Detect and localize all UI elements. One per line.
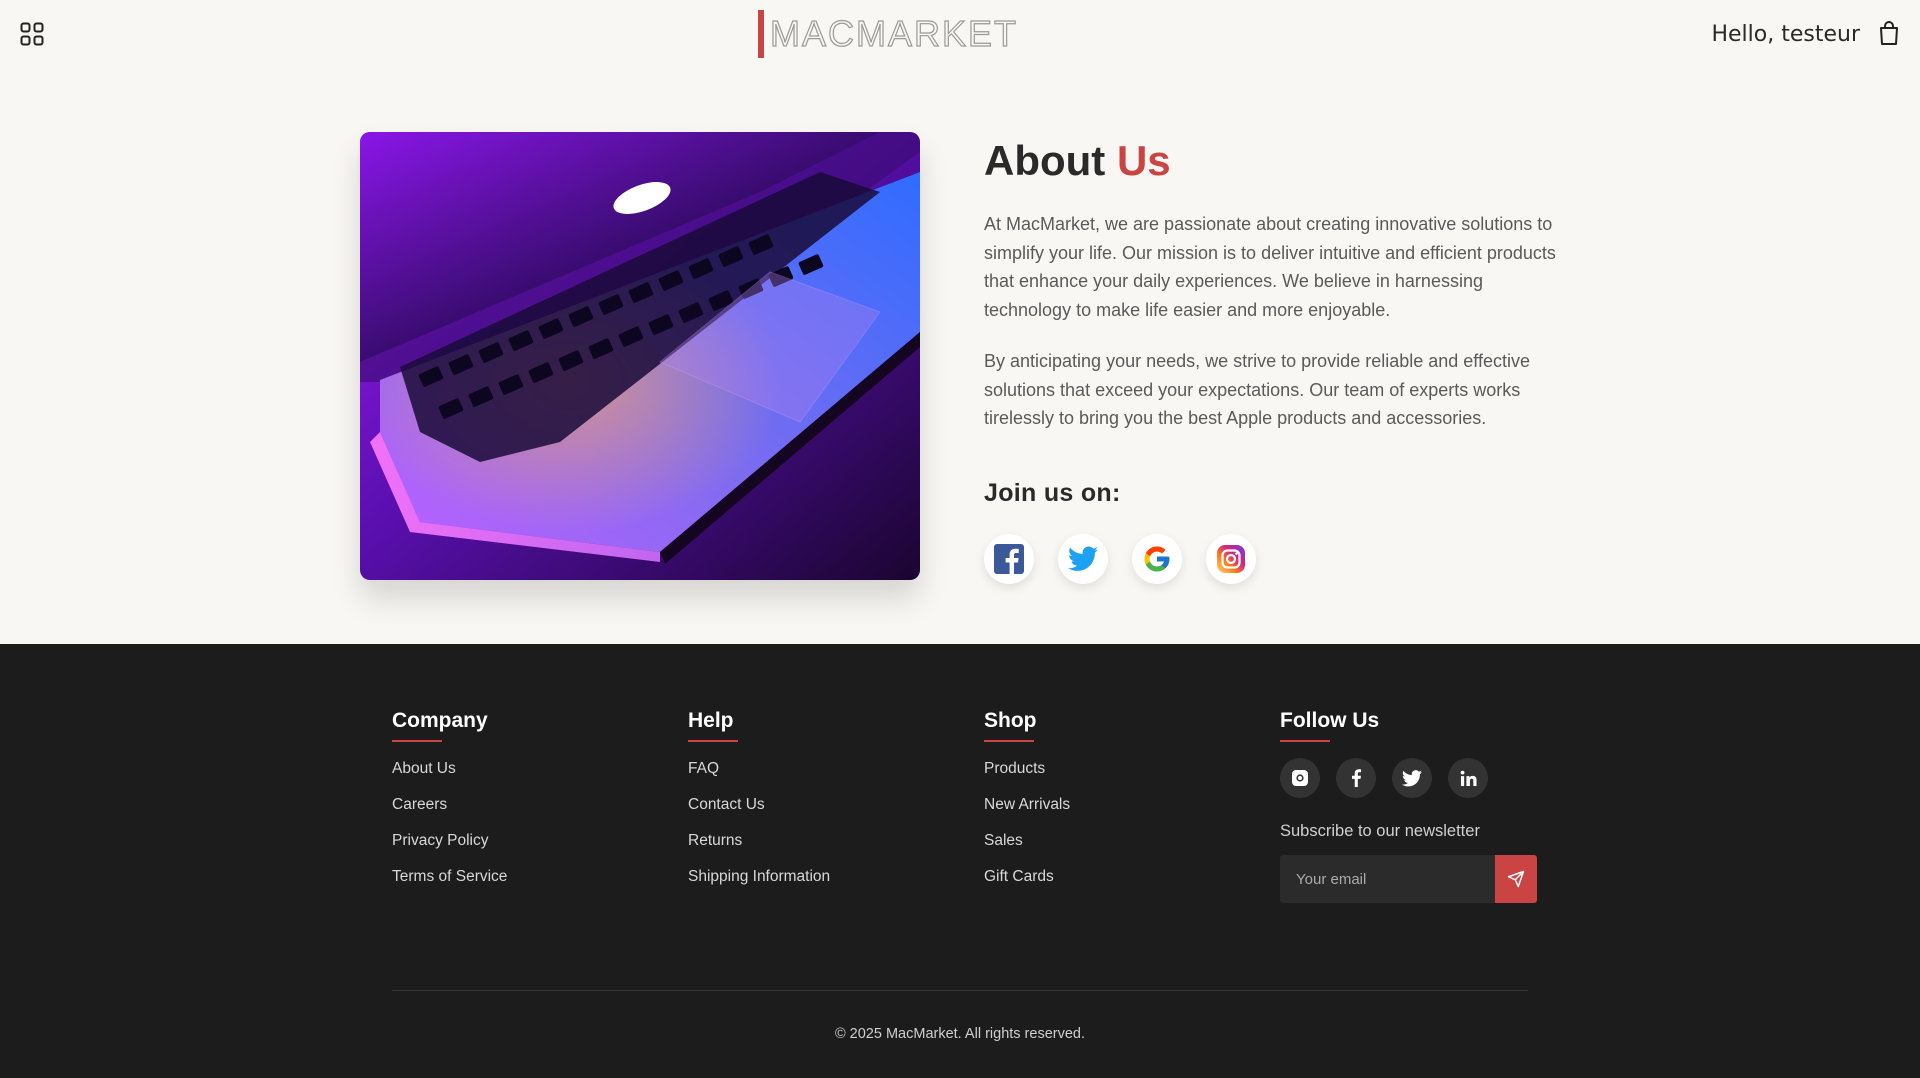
footer-shop-column: Shop Products New Arrivals Sales Gift Ca… xyxy=(984,708,1070,904)
facebook-icon[interactable] xyxy=(984,533,1034,584)
grid-menu-icon[interactable] xyxy=(20,22,44,46)
footer-social-links xyxy=(1280,758,1537,798)
footer-link-about-us[interactable]: About Us xyxy=(392,760,507,778)
logo-accent-bar xyxy=(758,10,764,58)
footer-follow-column: Follow Us Subscribe to our newsletter Yo… xyxy=(1280,708,1537,903)
about-title-accent: Us xyxy=(1116,137,1171,184)
twitter-icon[interactable] xyxy=(1058,533,1108,584)
laptop-hero-image xyxy=(360,132,920,580)
copyright-text: © 2025 MacMarket. All rights reserved. xyxy=(834,1026,1086,1042)
site-footer: Company About Us Careers Privacy Policy … xyxy=(0,644,1920,1078)
about-section: About Us At MacMarket, we are passionate… xyxy=(984,136,1564,584)
linkedin-icon[interactable] xyxy=(1448,758,1488,798)
site-header: MACMARKET Hello, testeur xyxy=(0,0,1920,70)
instagram-icon[interactable] xyxy=(1206,533,1256,584)
footer-link-gift-cards[interactable]: Gift Cards xyxy=(984,868,1070,886)
footer-link-shipping-information[interactable]: Shipping Information xyxy=(688,868,830,886)
newsletter-label: Subscribe to our newsletter xyxy=(1280,822,1480,840)
join-us-label: Join us on: xyxy=(984,478,1121,507)
facebook-icon[interactable] xyxy=(1336,758,1376,798)
instagram-icon[interactable] xyxy=(1280,758,1320,798)
footer-company-column: Company About Us Careers Privacy Policy … xyxy=(392,708,507,904)
title-underline xyxy=(688,740,738,742)
footer-link-new-arrivals[interactable]: New Arrivals xyxy=(984,796,1070,814)
footer-link-faq[interactable]: FAQ xyxy=(688,760,830,778)
logo-text: MACMARKET xyxy=(769,12,1019,54)
google-icon[interactable] xyxy=(1132,533,1182,584)
about-title: About Us xyxy=(984,136,1564,186)
footer-shop-title: Shop xyxy=(984,709,1037,732)
footer-divider xyxy=(392,990,1528,991)
about-paragraph-1: At MacMarket, we are passionate about cr… xyxy=(984,214,1556,320)
newsletter-form xyxy=(1280,855,1537,903)
send-icon xyxy=(1507,870,1525,888)
user-greeting[interactable]: Hello, testeur xyxy=(1711,22,1860,47)
title-underline xyxy=(392,740,442,742)
shopping-bag-icon[interactable] xyxy=(1878,20,1902,46)
footer-link-returns[interactable]: Returns xyxy=(688,832,830,850)
footer-follow-title: Follow Us xyxy=(1280,709,1380,732)
footer-company-title: Company xyxy=(392,709,488,732)
about-paragraph-2: By anticipating your needs, we strive to… xyxy=(984,351,1530,428)
footer-link-privacy-policy[interactable]: Privacy Policy xyxy=(392,832,507,850)
social-links xyxy=(984,533,1564,584)
title-underline xyxy=(984,740,1034,742)
twitter-icon[interactable] xyxy=(1392,758,1432,798)
footer-help-title: Help xyxy=(688,709,734,732)
title-underline xyxy=(1280,740,1330,742)
footer-link-contact-us[interactable]: Contact Us xyxy=(688,796,830,814)
site-logo[interactable]: MACMARKET xyxy=(758,10,1018,58)
footer-link-careers[interactable]: Careers xyxy=(392,796,507,814)
footer-link-sales[interactable]: Sales xyxy=(984,832,1070,850)
about-title-main: About xyxy=(984,137,1106,184)
newsletter-submit-button[interactable] xyxy=(1495,855,1537,903)
footer-link-products[interactable]: Products xyxy=(984,760,1070,778)
newsletter-email-input[interactable] xyxy=(1280,855,1495,903)
footer-link-terms-of-service[interactable]: Terms of Service xyxy=(392,868,507,886)
footer-help-column: Help FAQ Contact Us Returns Shipping Inf… xyxy=(688,708,830,904)
